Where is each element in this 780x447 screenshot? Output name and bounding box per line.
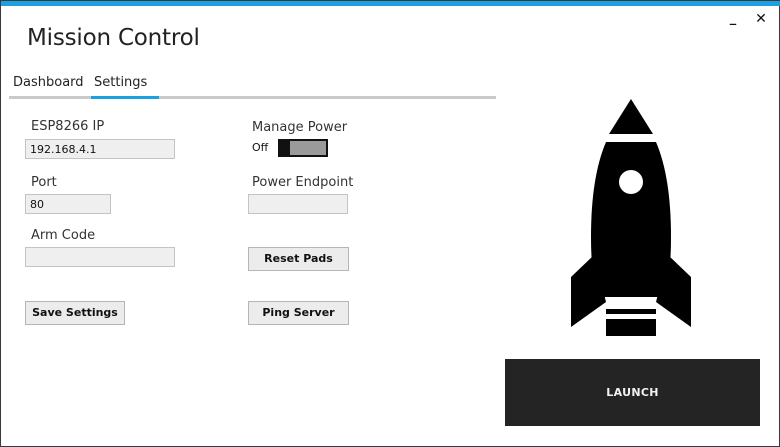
esp-ip-label: ESP8266 IP (31, 119, 105, 134)
port-input[interactable] (25, 194, 111, 214)
launch-button[interactable]: LAUNCH (505, 359, 760, 426)
toggle-thumb (280, 141, 288, 155)
tab-bar: Dashboard Settings (9, 71, 496, 100)
tab-settings[interactable]: Settings (94, 75, 147, 90)
tab-active-indicator (91, 96, 159, 99)
esp-ip-input[interactable] (25, 139, 175, 159)
reset-pads-button[interactable]: Reset Pads (248, 247, 349, 271)
tab-dashboard[interactable]: Dashboard (13, 75, 84, 90)
power-endpoint-input[interactable] (248, 194, 348, 214)
close-button[interactable]: ✕ (752, 10, 770, 28)
ping-server-button[interactable]: Ping Server (248, 301, 349, 325)
toggle-track (290, 141, 326, 155)
manage-power-label: Manage Power (252, 120, 348, 135)
rocket-icon (571, 99, 691, 336)
app-window: _ ✕ Mission Control Dashboard Settings E… (0, 0, 780, 447)
arm-code-label: Arm Code (31, 228, 96, 243)
save-settings-button[interactable]: Save Settings (25, 301, 125, 325)
manage-power-state-label: Off (252, 141, 269, 154)
minimize-button[interactable]: _ (724, 10, 742, 28)
app-title: Mission Control (27, 25, 200, 51)
window-accent-bar (1, 1, 780, 6)
manage-power-toggle[interactable] (278, 139, 328, 157)
arm-code-input[interactable] (25, 247, 175, 267)
tab-bar-divider (9, 96, 496, 99)
power-endpoint-label: Power Endpoint (252, 175, 354, 190)
port-label: Port (31, 175, 57, 190)
